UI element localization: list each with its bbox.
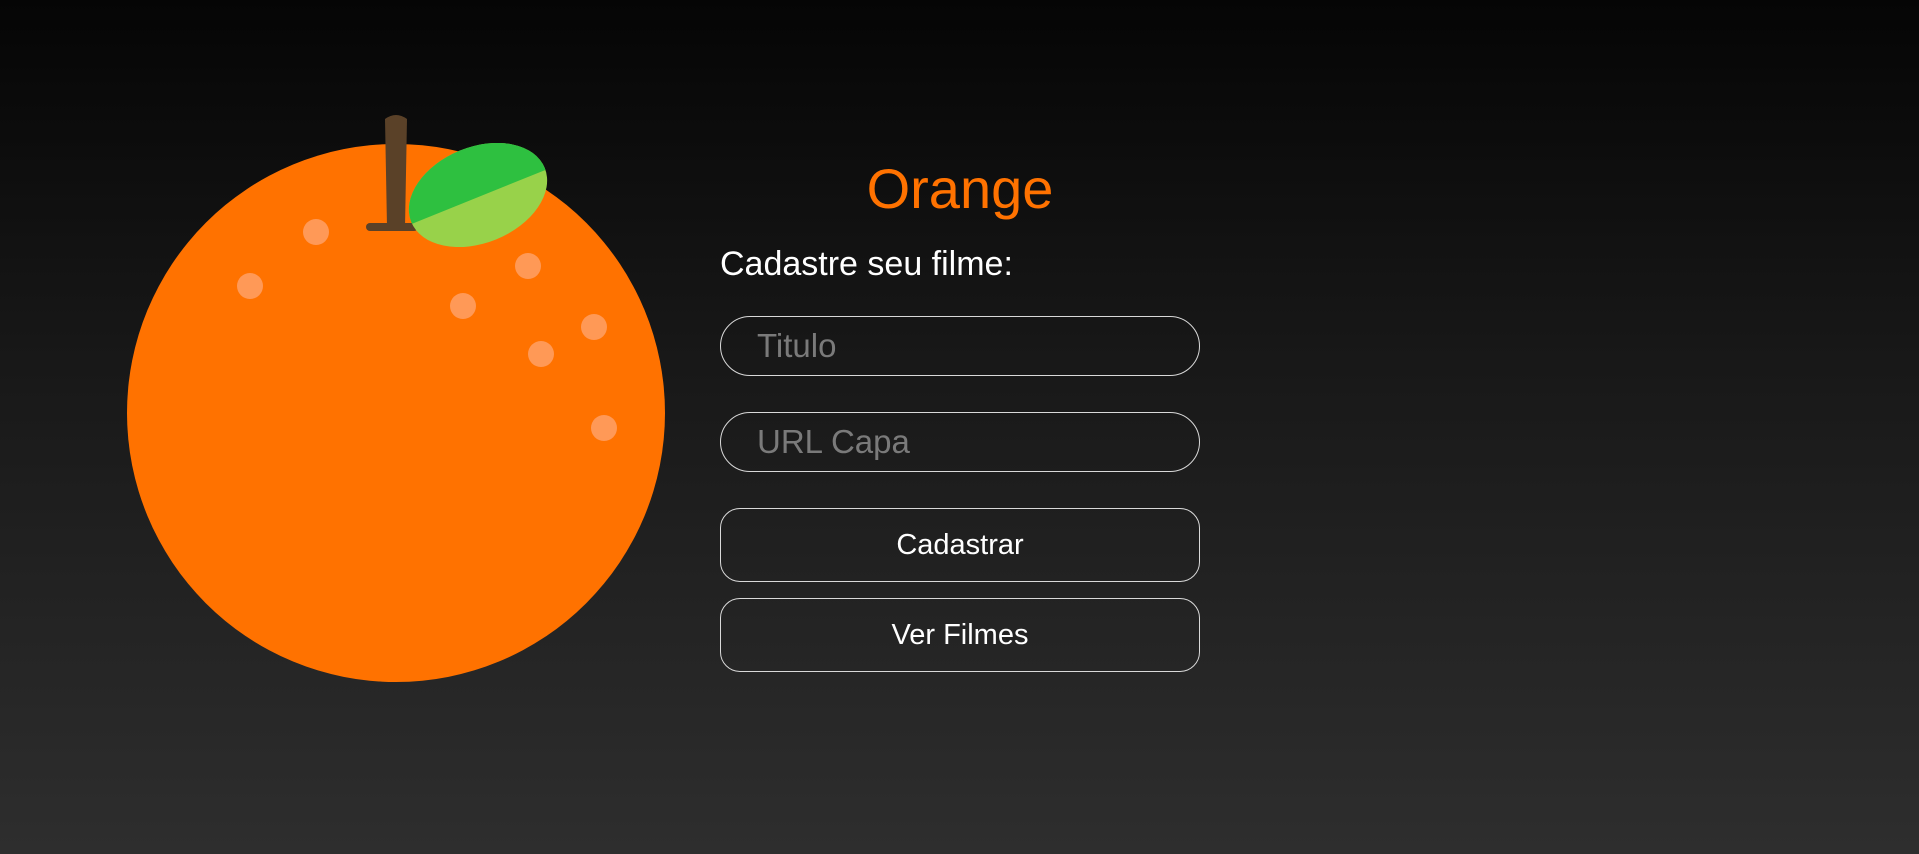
movie-form-panel: Orange Cadastre seu filme: Cadastrar Ver… <box>720 150 1200 672</box>
register-button[interactable]: Cadastrar <box>720 508 1200 582</box>
orange-fruit-icon <box>127 115 665 682</box>
form-heading: Cadastre seu filme: <box>720 245 1013 283</box>
brand-title: Orange <box>866 157 1054 220</box>
orange-logo-illustration <box>126 115 668 685</box>
title-input[interactable] <box>720 316 1200 376</box>
view-movies-button[interactable]: Ver Filmes <box>720 598 1200 672</box>
cover-url-input[interactable] <box>720 412 1200 472</box>
